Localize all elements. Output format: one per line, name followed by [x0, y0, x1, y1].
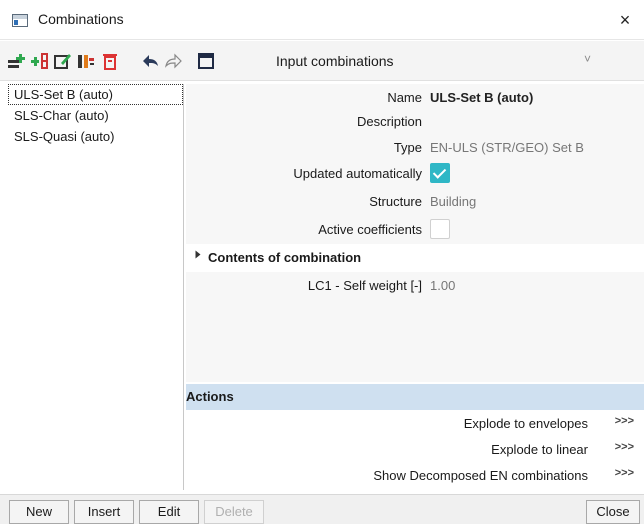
name-label: Name	[387, 90, 422, 105]
load-case-coefficient[interactable]: 1.00	[430, 278, 455, 293]
edit-button[interactable]: Edit	[139, 500, 199, 524]
description-row[interactable]: Description	[186, 108, 644, 136]
explode-to-envelopes-button[interactable]: >>>	[615, 415, 634, 427]
delete-icon[interactable]	[100, 51, 120, 71]
window-title: Combinations	[38, 11, 124, 27]
type-label: Type	[393, 140, 422, 155]
table-view-icon[interactable]	[196, 51, 216, 71]
undo-icon[interactable]	[140, 51, 160, 71]
edit-icon[interactable]	[52, 51, 72, 71]
close-button[interactable]: Close	[586, 500, 640, 524]
title-bar: Combinations ×	[0, 0, 644, 40]
combination-type-dropdown[interactable]: Input combinations ˅	[266, 48, 611, 74]
combination-list[interactable]: ULS-Set B (auto) SLS-Char (auto) SLS-Qua…	[8, 84, 184, 490]
structure-value: Building	[430, 194, 477, 209]
list-item[interactable]: SLS-Char (auto)	[8, 105, 183, 126]
list-item[interactable]: SLS-Quasi (auto)	[8, 126, 183, 147]
active-coefficients-row: Active coefficients	[186, 216, 644, 244]
redo-icon[interactable]	[164, 51, 184, 71]
collapse-triangle-icon[interactable]	[195, 250, 201, 259]
chevron-down-icon: ˅	[583, 52, 591, 66]
structure-label: Structure	[369, 194, 422, 209]
show-decomposed-action[interactable]: Show Decomposed EN combinations	[373, 468, 588, 483]
updated-automatically-checkbox[interactable]	[430, 163, 450, 183]
toolbar: Input combinations ˅	[0, 41, 644, 81]
type-value: EN-ULS (STR/GEO) Set B	[430, 140, 584, 155]
delete-button: Delete	[204, 500, 264, 524]
load-case-row[interactable]: LC1 - Self weight [-] 1.00	[186, 272, 644, 300]
active-coefficients-label: Active coefficients	[318, 222, 422, 237]
actions-panel: Explode to envelopes >>> Explode to line…	[186, 410, 644, 490]
properties-panel: Name ULS-Set B (auto) Description Type E…	[186, 84, 644, 382]
name-value[interactable]: ULS-Set B (auto)	[430, 90, 533, 105]
active-coefficients-checkbox[interactable]	[430, 219, 450, 239]
load-case-label: LC1 - Self weight [-]	[307, 278, 422, 293]
action-row: Explode to envelopes >>>	[186, 412, 644, 438]
updated-row: Updated automatically	[186, 160, 644, 188]
contents-section-title: Contents of combination	[208, 250, 362, 265]
close-window-button[interactable]: ×	[606, 0, 644, 40]
explode-to-linear-button[interactable]: >>>	[615, 441, 634, 453]
window-icon	[12, 14, 28, 27]
new-button[interactable]: New	[9, 500, 69, 524]
description-label: Description	[356, 114, 422, 129]
structure-row: Structure Building	[186, 188, 644, 216]
actions-title: Actions	[186, 389, 234, 404]
action-row: Show Decomposed EN combinations >>>	[186, 464, 644, 490]
combination-type-value: Input combinations	[276, 53, 394, 69]
action-row: Explode to linear >>>	[186, 438, 644, 464]
actions-header: Actions	[186, 384, 644, 410]
insert-combination-icon[interactable]	[30, 51, 50, 71]
type-row: Type EN-ULS (STR/GEO) Set B	[186, 134, 644, 162]
explode-to-envelopes-action[interactable]: Explode to envelopes	[464, 416, 588, 431]
show-decomposed-button[interactable]: >>>	[615, 467, 634, 479]
list-item[interactable]: ULS-Set B (auto)	[8, 84, 183, 105]
updated-label: Updated automatically	[293, 166, 422, 181]
explode-to-linear-action[interactable]: Explode to linear	[491, 442, 588, 457]
new-combination-icon[interactable]	[6, 51, 26, 71]
insert-button[interactable]: Insert	[74, 500, 134, 524]
copy-icon[interactable]	[76, 51, 96, 71]
button-bar: New Insert Edit Delete Close	[0, 494, 644, 524]
contents-section-header[interactable]: Contents of combination	[186, 244, 644, 272]
